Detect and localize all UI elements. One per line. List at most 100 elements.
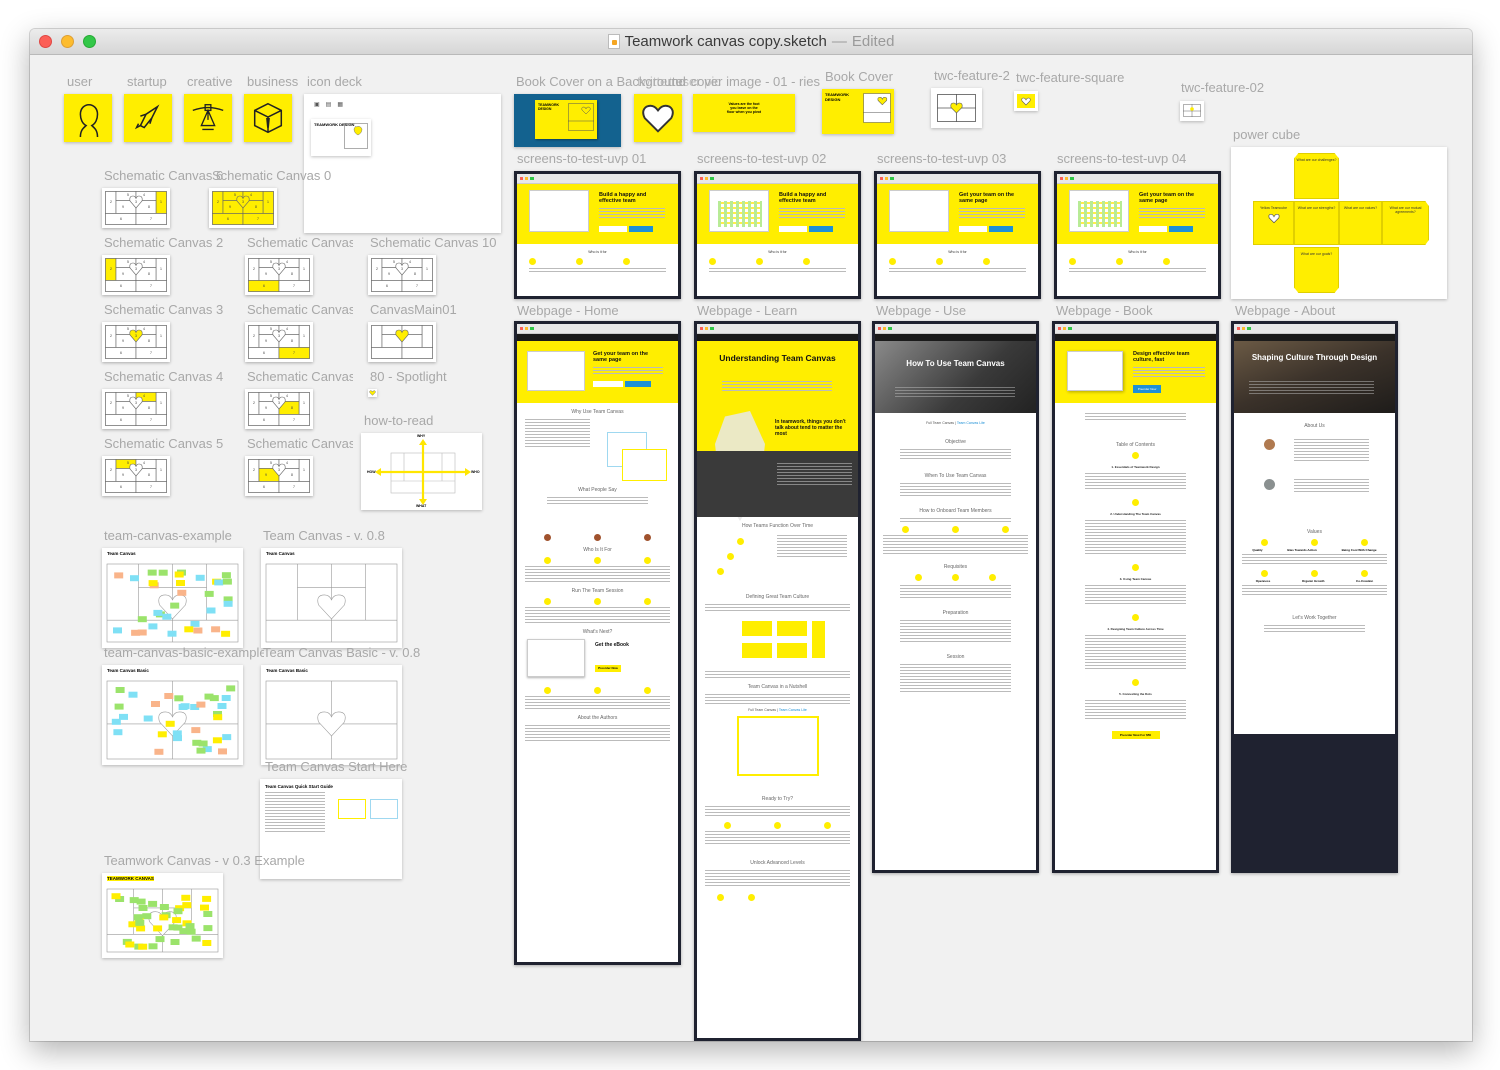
artboard-webpage-book[interactable]: Design effective team culture, fast Preo…: [1052, 321, 1219, 873]
schematic-canvas[interactable]: 1 2 3 4 5 6 7 8 9: [245, 322, 313, 362]
artboard-icon-deck[interactable]: ▣▤▦ TEAMWORK DESIGN: [304, 94, 501, 233]
artboard-label[interactable]: Webpage - Use: [876, 303, 966, 318]
preorder-50-button: Preorder Now For $50: [1111, 731, 1160, 739]
artboard-power-cube[interactable]: What are our challenges? Yellow Teamcube…: [1231, 147, 1447, 299]
artboard-label[interactable]: CanvasMain01: [370, 302, 457, 317]
artboard-label[interactable]: Schematic Canvas: [247, 235, 353, 250]
artboard-label[interactable]: creative: [187, 74, 233, 89]
artboard-label[interactable]: user: [67, 74, 92, 89]
get-canvas-button: [625, 381, 651, 387]
schematic-canvas[interactable]: 1 2 3 4 5 6 7 8 9: [102, 456, 170, 496]
artboard-team-canvas-basic-v08[interactable]: Team Canvas Basic: [261, 665, 402, 765]
artboard-team-canvas-basic-example[interactable]: Team Canvas Basic: [102, 665, 243, 765]
artboard-label[interactable]: icon deck: [307, 74, 362, 89]
schematic-canvas[interactable]: 1 2 3 4 5 6 7 8 9: [245, 255, 313, 295]
artboard-label[interactable]: screens-to-test-uvp 01: [517, 151, 646, 166]
artboard-user[interactable]: [64, 94, 112, 142]
artboard-book-cover[interactable]: TEAMWORK DESIGN: [822, 89, 894, 134]
artboard-twc-feature-2[interactable]: [931, 88, 982, 128]
canvas-main-01[interactable]: [368, 322, 436, 362]
artboard-label[interactable]: Schematic Canvas 2: [104, 235, 223, 250]
artboard-label[interactable]: Team Canvas Start Here: [265, 759, 407, 774]
minimize-button[interactable]: [61, 35, 74, 48]
artboard-label[interactable]: Schematic Canvas 10: [370, 235, 496, 250]
artboard-label[interactable]: twc-feature-square: [1016, 70, 1124, 85]
artboard-label[interactable]: Teamwork Canvas - v 0.3 Example: [104, 853, 305, 868]
schematic-canvas[interactable]: 1 2 3 4 5 6 7 8 9: [102, 188, 170, 228]
artboard-label[interactable]: Schematic Canvas: [247, 436, 353, 451]
svg-text:2: 2: [110, 334, 112, 338]
maximize-button[interactable]: [83, 35, 96, 48]
artboard-webpage-home[interactable]: Get your team on the same page Why Use T…: [514, 321, 681, 965]
artboard-label[interactable]: Team Canvas Basic - v. 0.8: [263, 645, 420, 660]
artboard-label[interactable]: screens-to-test-uvp 04: [1057, 151, 1186, 166]
artboard-label[interactable]: team-canvas-basic-example: [104, 645, 264, 660]
hero-section: Understanding Team Canvas In teamwork, t…: [697, 341, 858, 521]
artboard-label[interactable]: Schematic Canvas 6: [104, 168, 223, 183]
artboard-webpage-about[interactable]: Shaping Culture Through Design About Us …: [1231, 321, 1398, 873]
artboard-creative[interactable]: [184, 94, 232, 142]
artboard-label[interactable]: Webpage - About: [1235, 303, 1335, 318]
svg-text:2: 2: [376, 267, 378, 271]
artboard-label[interactable]: Team Canvas - v. 0.8: [263, 528, 385, 543]
svg-text:6: 6: [227, 217, 229, 221]
schematic-canvas[interactable]: 1 2 3 4 5 6 7 8 9: [245, 389, 313, 429]
artboard-label[interactable]: Schematic Canvas 4: [104, 369, 223, 384]
artboard-label[interactable]: 80 - Spotlight: [370, 369, 447, 384]
artboard-book-cover-bg[interactable]: TEAMWORK DESIGN: [514, 94, 621, 147]
artboard-label[interactable]: Schematic Canvas: [247, 369, 353, 384]
artboard-label[interactable]: screens-to-test-uvp 02: [697, 151, 826, 166]
schematic-canvas[interactable]: 1 2 3 4 5 6 7 8 9: [245, 456, 313, 496]
artboard-webpage-learn[interactable]: Understanding Team Canvas In teamwork, t…: [694, 321, 861, 1041]
artboard-label[interactable]: twc-feature-02: [1181, 80, 1264, 95]
artboard-startup[interactable]: [124, 94, 172, 142]
artboard-twitter-user-pic[interactable]: [634, 94, 682, 142]
artboard-twitter-cover[interactable]: Values are the foot you leave on the flo…: [693, 94, 795, 132]
artboard-team-canvas-v08[interactable]: Team Canvas: [261, 548, 402, 648]
artboard-label[interactable]: twitter cover image - 01 - ries: [670, 74, 820, 89]
svg-text:4: 4: [286, 394, 288, 398]
artboard-label[interactable]: Webpage - Home: [517, 303, 619, 318]
artboard-twc-feature-square[interactable]: [1014, 91, 1038, 111]
artboard-team-canvas-example[interactable]: Team Canvas: [102, 548, 243, 648]
close-button[interactable]: [39, 35, 52, 48]
artboard-label[interactable]: Book Cover: [825, 69, 893, 84]
artboard-business[interactable]: [244, 94, 292, 142]
schematic-diagram: 1 2 3 4 5 6 7 8 9: [105, 258, 167, 292]
svg-text:3: 3: [135, 334, 137, 338]
artboard-uvp-screen[interactable]: Build a happy and effective team Who is …: [514, 171, 681, 299]
cube-face: What are our strengths?: [1294, 201, 1339, 245]
artboard-uvp-screen[interactable]: Get your team on the same page Who is it…: [1054, 171, 1221, 299]
schematic-canvas[interactable]: 1 2 3 4 5 6 7 8 9: [102, 255, 170, 295]
artboard-canvas[interactable]: user startup creative business icon deck…: [30, 56, 1472, 1041]
schematic-canvas[interactable]: 1 2 3 4 5 6 7 8 9: [102, 322, 170, 362]
svg-text:2: 2: [253, 468, 255, 472]
artboard-label[interactable]: startup: [127, 74, 167, 89]
schematic-canvas[interactable]: 1 2 3 4 5 6 7 8 9: [102, 389, 170, 429]
mini-canvas: [338, 799, 366, 819]
artboard-spotlight[interactable]: [368, 389, 377, 397]
artboard-label[interactable]: screens-to-test-uvp 03: [877, 151, 1006, 166]
hero-section: Build a happy and effective team: [517, 184, 678, 244]
schematic-canvas[interactable]: 1 2 3 4 5 6 7 8 9: [368, 255, 436, 295]
artboard-label[interactable]: Schematic Canvas 5: [104, 436, 223, 451]
artboard-label[interactable]: Webpage - Learn: [697, 303, 797, 318]
artboard-twc-feature-02[interactable]: [1180, 101, 1204, 121]
artboard-label[interactable]: business: [247, 74, 298, 89]
artboard-how-to-read[interactable]: WHY HOW WHO WHAT: [361, 433, 482, 510]
artboard-label[interactable]: how-to-read: [364, 413, 433, 428]
artboard-label[interactable]: Webpage - Book: [1056, 303, 1153, 318]
artboard-webpage-use[interactable]: How To Use Team Canvas Full Team Canvas …: [872, 321, 1039, 873]
artboard-label[interactable]: Schematic Canvas 0: [212, 168, 331, 183]
artboard-label[interactable]: Schematic Canvas: [247, 302, 353, 317]
svg-text:8: 8: [414, 272, 416, 276]
artboard-label[interactable]: team-canvas-example: [104, 528, 232, 543]
svg-text:5: 5: [393, 260, 395, 264]
artboard-label[interactable]: Schematic Canvas 3: [104, 302, 223, 317]
artboard-label[interactable]: twc-feature-2: [934, 68, 1010, 83]
schematic-canvas[interactable]: 1 2 3 4 5 6 7 8 9: [209, 188, 277, 228]
artboard-uvp-screen[interactable]: Build a happy and effective team Who is …: [694, 171, 861, 299]
artboard-uvp-screen[interactable]: Get your team on the same page Who is it…: [874, 171, 1041, 299]
artboard-teamwork-canvas-v03[interactable]: TEAMWORK CANVAS: [102, 873, 223, 958]
artboard-label[interactable]: power cube: [1233, 127, 1300, 142]
